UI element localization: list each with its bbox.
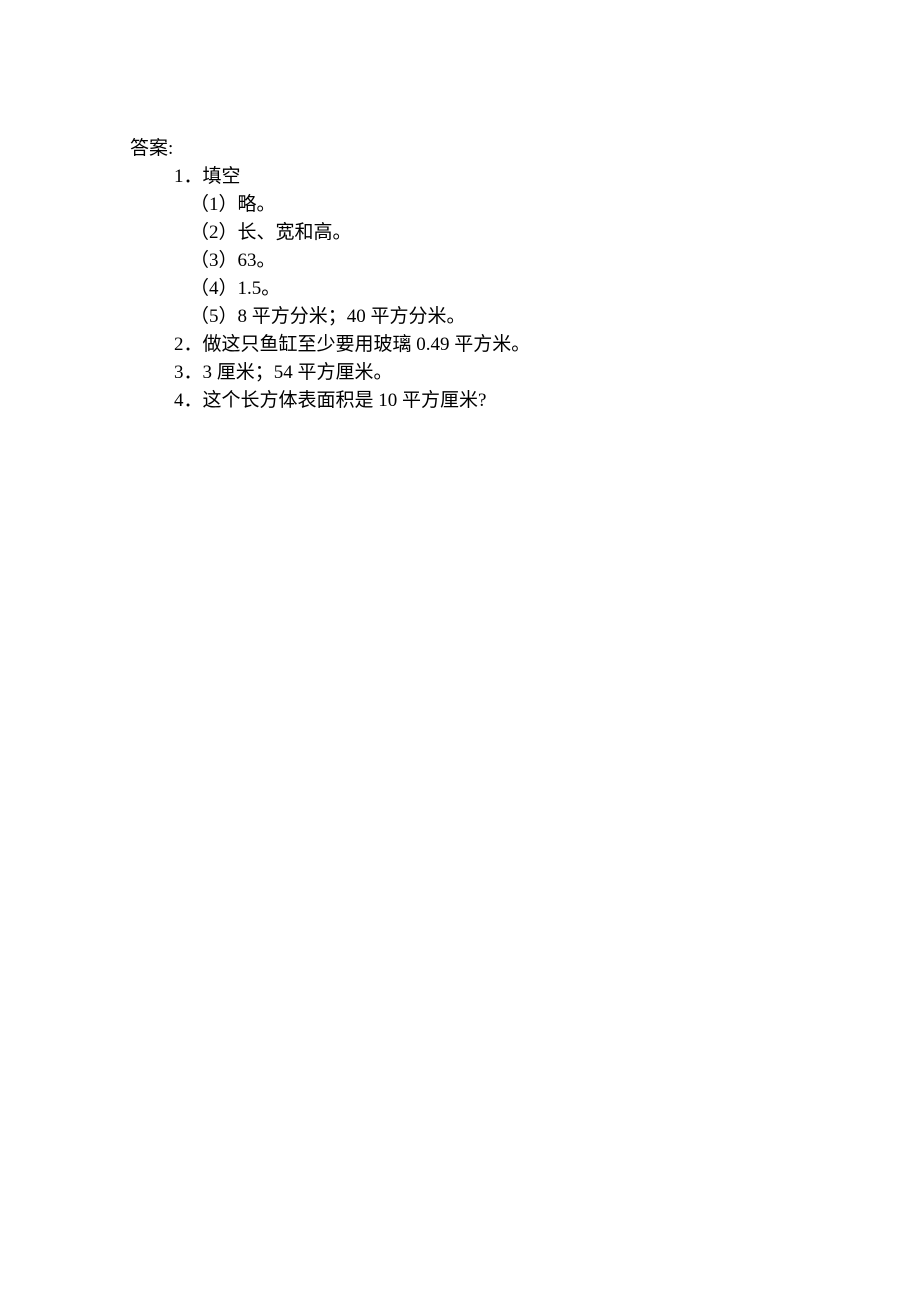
answer-line: 4．这个长方体表面积是 10 平方厘米? (130, 387, 920, 415)
section-1-title: 1．填空 (130, 163, 920, 191)
document-page: 答案: 1．填空 （1）略。 （2）长、宽和高。 （3）63。 （4）1.5。 … (0, 0, 920, 1302)
answer-item: （4）1.5。 (130, 275, 920, 303)
answer-item: （1）略。 (130, 191, 920, 219)
answer-item: （3）63。 (130, 247, 920, 275)
answer-item: （2）长、宽和高。 (130, 219, 920, 247)
answers-heading: 答案: (130, 135, 920, 163)
answer-line: 2．做这只鱼缸至少要用玻璃 0.49 平方米。 (130, 331, 920, 359)
answer-line: 3．3 厘米；54 平方厘米。 (130, 359, 920, 387)
answer-item: （5）8 平方分米；40 平方分米。 (130, 303, 920, 331)
